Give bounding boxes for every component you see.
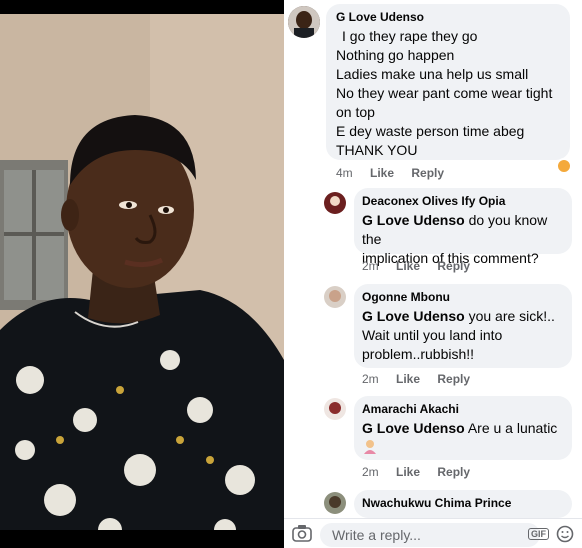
commenter-avatar[interactable] <box>324 492 346 514</box>
reply-button[interactable]: Reply <box>411 166 444 180</box>
angry-reaction-icon[interactable] <box>556 158 572 174</box>
mention-link[interactable]: G Love Udenso <box>362 212 465 228</box>
comment-author[interactable]: Ogonne Mbonu <box>362 290 564 304</box>
avatar-image <box>324 286 346 308</box>
commenter-avatar[interactable] <box>324 192 346 214</box>
mention-link[interactable]: G Love Udenso <box>362 308 465 324</box>
comment-author[interactable]: Amarachi Akachi <box>362 402 564 416</box>
comment-time: 2m <box>362 372 379 386</box>
comment-bubble: G Love Udenso I go they rape they go Not… <box>326 4 570 160</box>
commenter-avatar[interactable] <box>324 286 346 308</box>
commenter-avatar[interactable] <box>324 398 346 420</box>
avatar-image <box>324 192 346 214</box>
comment-actions: 2m Like Reply <box>362 372 484 386</box>
comment-author[interactable]: Deaconex Olives Ify Opia <box>362 194 564 208</box>
comment-actions: 4m Like Reply <box>336 166 458 180</box>
like-button[interactable]: Like <box>396 259 420 273</box>
comment-text: THANK YOU <box>336 142 418 158</box>
person-emoji-icon <box>364 440 376 454</box>
comment-text: I go they rape they go <box>342 28 478 44</box>
like-button[interactable]: Like <box>370 166 394 180</box>
reply-button[interactable]: Reply <box>437 372 470 386</box>
comment-time: 2m <box>362 465 379 479</box>
gif-icon[interactable]: GIF <box>528 528 549 540</box>
photo-illustration <box>0 0 284 548</box>
like-button[interactable]: Like <box>396 372 420 386</box>
camera-icon[interactable] <box>292 524 312 547</box>
comment-text: No they wear pant come wear tight <box>336 85 553 101</box>
reply-input[interactable] <box>320 523 540 547</box>
comment-text: Nothing go happen <box>336 47 455 63</box>
comment-time: 2m <box>362 259 379 273</box>
comment-bubble: Ogonne Mbonu G Love Udenso you are sick!… <box>354 284 572 368</box>
comment-text: Wait until you land into <box>362 327 503 343</box>
avatar-image <box>324 492 346 514</box>
avatar-image <box>288 6 320 38</box>
like-button[interactable]: Like <box>396 465 420 479</box>
emoji-icon[interactable] <box>556 525 574 548</box>
comment-author[interactable]: G Love Udenso <box>336 10 560 24</box>
comment-actions: 2m Like Reply <box>362 259 484 273</box>
comment-author[interactable]: Nwachukwu Chima Prince <box>362 496 564 510</box>
person-emoji-icon <box>362 438 564 459</box>
commenter-avatar[interactable] <box>288 6 320 38</box>
comment-text: you are sick!.. <box>468 308 555 324</box>
comment-text: E dey waste person time abeg <box>336 123 525 139</box>
mention-link[interactable]: G Love Udenso <box>362 420 465 436</box>
comment-bubble: Deaconex Olives Ify Opia G Love Udenso d… <box>354 188 572 266</box>
avatar-image <box>324 398 346 420</box>
reply-button[interactable]: Reply <box>437 465 470 479</box>
comment-bubble: Amarachi Akachi G Love Udenso Are u a lu… <box>354 396 572 460</box>
reply-button[interactable]: Reply <box>437 259 470 273</box>
comment-actions: 2m Like Reply <box>362 465 484 479</box>
comment-time: 4m <box>336 166 353 180</box>
profile-photo <box>0 0 284 548</box>
comment-bubble: Nwachukwu Chima Prince <box>354 490 572 518</box>
comments-panel: G Love Udenso I go they rape they go Not… <box>284 0 582 548</box>
reply-bar: GIF <box>284 518 582 548</box>
comment-text: on top <box>336 104 375 120</box>
comment-text: Ladies make una help us small <box>336 66 529 82</box>
comment-text: Are u a lunatic <box>467 420 558 436</box>
comment-text: problem..rubbish!! <box>362 346 475 362</box>
